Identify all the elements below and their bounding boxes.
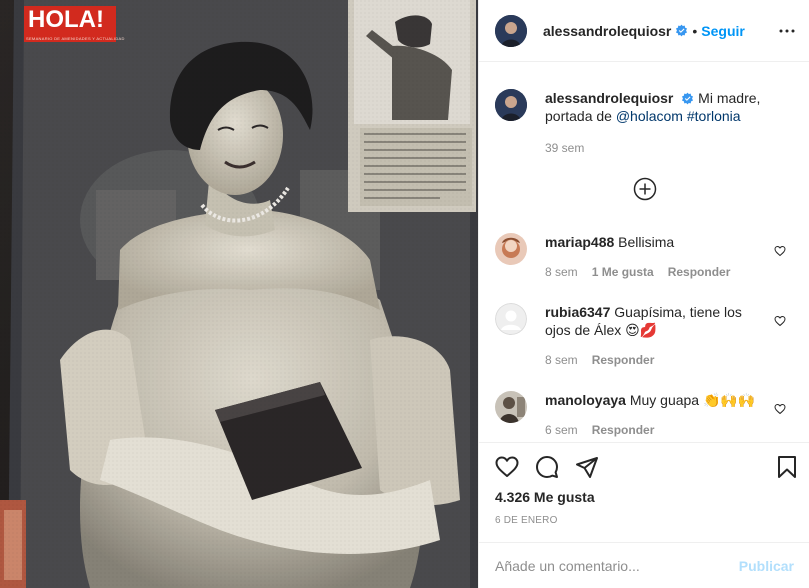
bookmark-icon[interactable]: [775, 455, 799, 479]
reply-button[interactable]: Responder: [668, 263, 731, 281]
publish-button[interactable]: Publicar: [739, 558, 794, 574]
post-actions: 4.326 Me gusta 6 DE ENERO: [479, 442, 809, 546]
post-header: alessandrolequiosr • Seguir: [479, 0, 809, 62]
avatar[interactable]: [495, 89, 527, 121]
likes-count[interactable]: 4.326 Me gusta: [495, 489, 595, 505]
heart-icon[interactable]: [774, 403, 786, 415]
more-options-icon[interactable]: [778, 22, 796, 40]
comment-bubble-icon[interactable]: [535, 455, 559, 479]
comment-text: Muy guapa 👏🙌🙌: [629, 392, 756, 408]
comment-composer: Publicar: [479, 542, 809, 588]
comment-input[interactable]: [495, 557, 739, 574]
caption-hashtag-link[interactable]: #torlonia: [687, 108, 741, 124]
plus-circle-icon[interactable]: [633, 177, 657, 201]
heart-icon[interactable]: [774, 245, 786, 257]
list-item: rubia6347 Guapísima, tiene los ojos de Á…: [495, 303, 794, 369]
reply-button[interactable]: Responder: [592, 351, 655, 369]
list-item: mariap488 Bellisima 8 sem 1 Me gusta Res…: [495, 233, 794, 281]
post-date[interactable]: 6 DE ENERO: [495, 515, 558, 526]
heart-icon[interactable]: [495, 455, 519, 479]
comments-list[interactable]: alessandrolequiosr Mi madre, portada de …: [479, 63, 809, 441]
comment-age: 8 sem: [545, 265, 578, 279]
separator-dot: •: [692, 22, 698, 39]
avatar[interactable]: [495, 233, 527, 265]
verified-badge-icon: [682, 92, 694, 105]
post-panel: alessandrolequiosr • Seguir alessandrole…: [478, 0, 809, 588]
caption-mention-link[interactable]: @holacom: [616, 108, 683, 124]
heart-icon[interactable]: [774, 315, 786, 327]
avatar[interactable]: [495, 303, 527, 335]
avatar[interactable]: [495, 391, 527, 423]
magazine-subline: SEMANARIO DE AMENIDADES Y ACTUALIDAD: [26, 36, 125, 41]
follow-button[interactable]: Seguir: [701, 23, 745, 39]
post-author-username[interactable]: alessandrolequiosr: [543, 23, 671, 39]
reply-button[interactable]: Responder: [592, 421, 655, 439]
magazine-cover-photo: [0, 0, 478, 588]
comment-username[interactable]: rubia6347: [545, 304, 610, 320]
caption-username[interactable]: alessandrolequiosr: [545, 90, 673, 106]
verified-badge-icon: [676, 24, 688, 37]
comment-likes[interactable]: 1 Me gusta: [592, 263, 654, 281]
list-item: manoloyaya Muy guapa 👏🙌🙌 6 sem Responder: [495, 391, 794, 439]
comment-age: 8 sem: [545, 353, 578, 367]
caption-age: 39 sem: [545, 141, 585, 155]
comment-username[interactable]: manoloyaya: [545, 392, 626, 408]
paper-plane-icon[interactable]: [575, 455, 599, 479]
comment-text: Bellisima: [618, 234, 675, 250]
avatar[interactable]: [495, 14, 527, 47]
comment-age: 6 sem: [545, 423, 578, 437]
post-caption: alessandrolequiosr Mi madre, portada de …: [495, 89, 794, 157]
comment-username[interactable]: mariap488: [545, 234, 614, 250]
post-image[interactable]: HOLA! SEMANARIO DE AMENIDADES Y ACTUALID…: [0, 0, 478, 588]
